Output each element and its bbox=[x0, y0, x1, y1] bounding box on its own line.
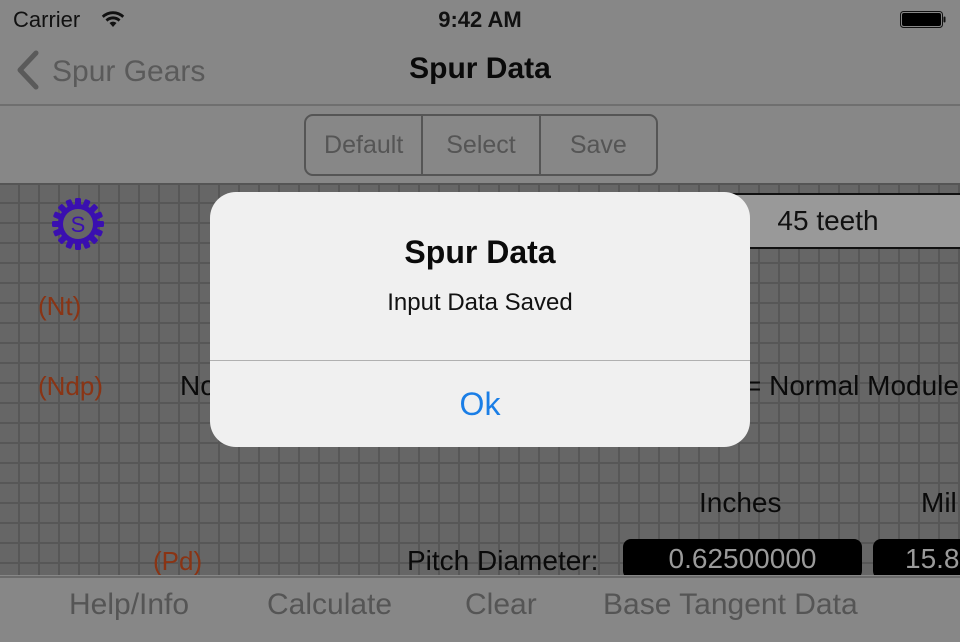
data-segmented-control: Default Select Save bbox=[304, 114, 658, 176]
normal-module-text: = Normal Module bbox=[745, 370, 959, 401]
back-button[interactable]: Spur Gears bbox=[14, 50, 205, 94]
millimeters-column-header: Mil bbox=[921, 487, 957, 518]
pd-label: (Pd) bbox=[153, 546, 203, 575]
battery-full-icon bbox=[900, 11, 946, 28]
inches-column-header: Inches bbox=[699, 487, 782, 518]
logo-letter: S bbox=[71, 212, 86, 237]
bottom-toolbar: Help/Info Calculate Clear Base Tangent D… bbox=[0, 576, 960, 642]
select-button[interactable]: Select bbox=[423, 116, 541, 174]
base-tangent-data-button[interactable]: Base Tangent Data bbox=[603, 588, 858, 622]
pitch-diameter-inches-value: 0.62500000 bbox=[623, 539, 862, 575]
save-button[interactable]: Save bbox=[541, 116, 656, 174]
ok-button[interactable]: Ok bbox=[210, 361, 750, 447]
chevron-left-icon bbox=[14, 50, 42, 95]
back-label: Spur Gears bbox=[52, 55, 206, 88]
clock: 9:42 AM bbox=[438, 7, 522, 32]
nt-label: (Nt) bbox=[38, 291, 82, 321]
pitch-diameter-label: Pitch Diameter: bbox=[407, 545, 599, 575]
navigation-bar: Spur Gears Spur Data bbox=[0, 40, 960, 106]
calculate-button[interactable]: Calculate bbox=[267, 588, 392, 622]
clear-button[interactable]: Clear bbox=[465, 588, 537, 622]
ndp-label: (Ndp) bbox=[38, 371, 104, 401]
number-of-teeth-field[interactable]: 45 teeth bbox=[718, 193, 960, 249]
gear-s-icon: S bbox=[51, 197, 105, 251]
alert-message: Input Data Saved bbox=[387, 289, 573, 316]
alert-title: Spur Data bbox=[404, 234, 556, 270]
status-bar: Carrier 9:42 AM bbox=[0, 0, 960, 40]
pitch-diameter-mm-value: 15.8 bbox=[873, 539, 960, 575]
help-info-button[interactable]: Help/Info bbox=[69, 588, 189, 622]
toolbar: Default Select Save bbox=[0, 106, 960, 185]
alert-dialog: Spur Data Input Data Saved Ok bbox=[210, 192, 750, 447]
default-button[interactable]: Default bbox=[306, 116, 424, 174]
